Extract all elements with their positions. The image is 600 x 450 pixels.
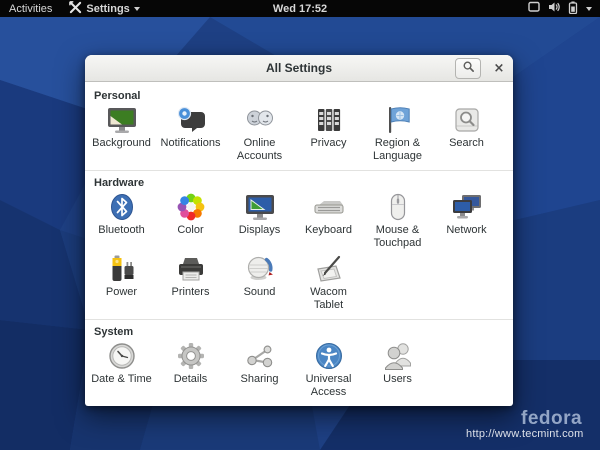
item-label: Wacom Tablet (294, 286, 363, 312)
settings-item-wacom-tablet[interactable]: Wacom Tablet (294, 252, 363, 312)
printers-icon (175, 252, 207, 286)
empty-cell (432, 252, 501, 312)
settings-item-search[interactable]: Search (432, 103, 501, 163)
hardware-grid-row1: Bluetooth (87, 190, 513, 250)
section-header-hardware: Hardware (94, 177, 513, 189)
settings-item-date-time[interactable]: Date & Time (87, 339, 156, 399)
item-label: Date & Time (91, 373, 152, 386)
mouse-icon (382, 190, 414, 224)
system-status-area[interactable] (520, 0, 600, 17)
settings-item-region-language[interactable]: Region & Language (363, 103, 432, 163)
personal-grid: Background Notifications (87, 103, 513, 163)
users-icon (382, 339, 414, 373)
empty-cell (363, 252, 432, 312)
settings-item-background[interactable]: Background (87, 103, 156, 163)
background-icon (105, 103, 139, 137)
settings-item-notifications[interactable]: Notifications (156, 103, 225, 163)
privacy-icon (313, 103, 345, 137)
volume-icon (548, 1, 560, 16)
details-icon (175, 339, 207, 373)
wacom-tablet-icon (312, 252, 346, 286)
settings-item-bluetooth[interactable]: Bluetooth (87, 190, 156, 250)
item-label: Displays (239, 224, 281, 237)
settings-panel: Personal Background (85, 82, 513, 399)
window-titlebar[interactable]: All Settings × (85, 55, 513, 82)
item-label: Sound (244, 286, 276, 299)
item-label: Notifications (161, 137, 221, 150)
color-icon (175, 190, 207, 224)
item-label: Sharing (241, 373, 279, 386)
settings-item-keyboard[interactable]: Keyboard (294, 190, 363, 250)
item-label: Search (449, 137, 484, 150)
activities-button[interactable]: Activities (0, 0, 61, 17)
settings-item-sharing[interactable]: Sharing (225, 339, 294, 399)
settings-item-users[interactable]: Users (363, 339, 432, 399)
fedora-logo: fedora (521, 408, 582, 430)
caret-down-icon (134, 7, 140, 11)
sharing-icon (244, 339, 276, 373)
caret-down-icon (586, 7, 592, 11)
item-label: Details (174, 373, 208, 386)
battery-icon (568, 1, 578, 17)
item-label: Bluetooth (98, 224, 144, 237)
top-bar: Activities Settings Wed 17:52 (0, 0, 600, 17)
settings-item-printers[interactable]: Printers (156, 252, 225, 312)
item-label: Background (92, 137, 151, 150)
app-menu-label: Settings (86, 3, 129, 15)
search-icon (462, 60, 475, 78)
settings-item-online-accounts[interactable]: Online Accounts (225, 103, 294, 163)
close-button[interactable]: × (491, 62, 507, 75)
keyboard-icon (312, 190, 346, 224)
bluetooth-icon (106, 190, 138, 224)
settings-item-sound[interactable]: Sound (225, 252, 294, 312)
section-separator (85, 319, 513, 320)
app-menu-settings[interactable]: Settings (61, 0, 147, 17)
item-label: Power (106, 286, 137, 299)
settings-item-privacy[interactable]: Privacy (294, 103, 363, 163)
item-label: Privacy (310, 137, 346, 150)
item-label: Printers (172, 286, 210, 299)
date-time-icon (106, 339, 138, 373)
displays-icon (243, 190, 277, 224)
watermark-url: http://www.tecmint.com (466, 428, 584, 440)
item-label: Universal Access (294, 373, 363, 399)
settings-item-displays[interactable]: Displays (225, 190, 294, 250)
settings-item-power[interactable]: Power (87, 252, 156, 312)
item-label: Mouse & Touchpad (363, 224, 432, 250)
system-grid: Date & Time (87, 339, 513, 399)
settings-item-network[interactable]: Network (432, 190, 501, 250)
screen-icon (528, 1, 540, 16)
settings-item-details[interactable]: Details (156, 339, 225, 399)
search-tile-icon (451, 103, 483, 137)
search-button[interactable] (455, 58, 481, 79)
online-accounts-icon (244, 103, 276, 137)
section-separator (85, 170, 513, 171)
window-title: All Settings (85, 61, 513, 75)
item-label: Online Accounts (225, 137, 294, 163)
item-label: Region & Language (363, 137, 432, 163)
all-settings-window: All Settings × Personal (85, 55, 513, 406)
hardware-grid-row2: Power Printers (87, 252, 513, 312)
notifications-icon (175, 103, 207, 137)
section-header-system: System (94, 326, 513, 338)
power-icon (106, 252, 138, 286)
item-label: Keyboard (305, 224, 352, 237)
item-label: Network (446, 224, 486, 237)
settings-tools-icon (69, 1, 82, 17)
item-label: Users (383, 373, 412, 386)
region-language-icon (382, 103, 414, 137)
activities-label: Activities (9, 3, 52, 15)
universal-access-icon (313, 339, 345, 373)
sound-icon (244, 252, 276, 286)
settings-item-mouse-touchpad[interactable]: Mouse & Touchpad (363, 190, 432, 250)
settings-item-universal-access[interactable]: Universal Access (294, 339, 363, 399)
section-header-personal: Personal (94, 90, 513, 102)
network-icon (450, 190, 484, 224)
item-label: Color (177, 224, 203, 237)
settings-item-color[interactable]: Color (156, 190, 225, 250)
